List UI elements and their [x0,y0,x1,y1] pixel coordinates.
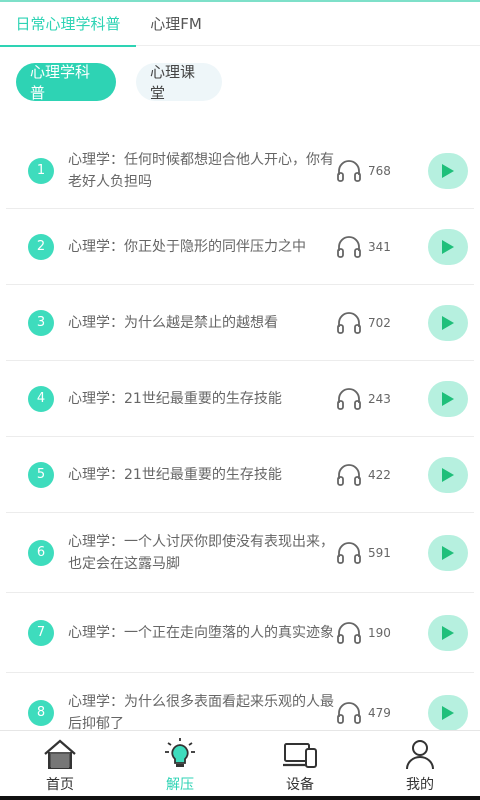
top-tab-bar: 日常心理学科普 心理FM [0,2,480,47]
play-button[interactable] [428,456,468,493]
item-title: 心理学：你正处于隐形的同伴压力之中 [68,238,306,255]
item-title: 心理学：任何时候都想迎合他人开心，你有老好人负担吗 [68,151,334,190]
devices-icon [283,743,317,768]
play-button[interactable] [428,614,468,651]
nav-devices[interactable]: 设备 [240,731,360,797]
pill-psychology-science[interactable]: 心理学科普 [16,63,116,102]
list-item[interactable]: 8 心理学：为什么很多表面看起来乐观的人最后抑郁了 479 [6,673,474,730]
headphones-icon [337,621,361,644]
item-title: 心理学：一个人讨厌你即使没有表现出来，也定会在这露马脚 [68,533,334,572]
play-count: 479 [368,705,391,720]
play-icon [442,315,454,330]
item-number: 8 [28,699,54,726]
headphones-icon [337,701,361,724]
play-count: 422 [368,467,391,482]
nav-home[interactable]: 首页 [0,731,120,797]
item-title: 心理学：为什么很多表面看起来乐观的人最后抑郁了 [68,693,334,731]
item-number: 4 [28,385,54,412]
lightbulb-icon [165,738,195,767]
pill-psychology-class[interactable]: 心理课堂 [136,63,222,102]
nav-label: 解压 [166,777,194,793]
item-number: 5 [28,461,54,488]
play-button[interactable] [428,152,468,189]
list-item[interactable]: 6 心理学：一个人讨厌你即使没有表现出来，也定会在这露马脚 591 [6,513,474,593]
item-number: 7 [28,619,54,646]
play-button[interactable] [428,228,468,265]
play-button[interactable] [428,380,468,417]
audio-list[interactable]: 1 心理学：任何时候都想迎合他人开心，你有老好人负担吗 768 2 心理学：你正… [6,133,474,730]
headphones-icon [337,311,361,334]
item-number: 2 [28,233,54,260]
nav-label: 首页 [46,777,74,793]
play-count: 190 [368,625,391,640]
list-item[interactable]: 2 心理学：你正处于隐形的同伴压力之中 341 [6,209,474,285]
bottom-nav: 首页 解压 设备 我的 [0,730,480,796]
category-pills: 心理学科普 心理课堂 [16,63,222,102]
list-item[interactable]: 4 心理学：21世纪最重要的生存技能 243 [6,361,474,437]
item-number: 3 [28,309,54,336]
nav-label: 我的 [406,777,434,793]
play-icon [442,545,454,560]
item-title: 心理学：一个正在走向堕落的人的真实迹象 [68,624,334,641]
play-button[interactable] [428,304,468,341]
list-item[interactable]: 5 心理学：21世纪最重要的生存技能 422 [6,437,474,513]
play-icon [442,625,454,640]
list-item[interactable]: 7 心理学：一个正在走向堕落的人的真实迹象 190 [6,593,474,673]
list-item[interactable]: 3 心理学：为什么越是禁止的越想看 702 [6,285,474,361]
play-icon [442,163,454,178]
headphones-icon [337,235,361,258]
play-count: 768 [368,163,391,178]
item-title: 心理学：21世纪最重要的生存技能 [68,390,282,407]
nav-relax[interactable]: 解压 [120,731,240,797]
item-title: 心理学：为什么越是禁止的越想看 [68,314,278,331]
system-nav-bar [0,796,480,800]
item-number: 1 [28,157,54,184]
play-icon [442,705,454,720]
play-icon [442,467,454,482]
play-button[interactable] [428,694,468,730]
item-title: 心理学：21世纪最重要的生存技能 [68,466,282,483]
tab-daily-psychology[interactable]: 日常心理学科普 [0,2,136,47]
play-button[interactable] [428,534,468,571]
headphones-icon [337,541,361,564]
nav-label: 设备 [286,777,314,793]
nav-mine[interactable]: 我的 [360,731,480,797]
item-number: 6 [28,539,54,566]
play-icon [442,239,454,254]
list-item[interactable]: 1 心理学：任何时候都想迎合他人开心，你有老好人负担吗 768 [6,133,474,209]
play-icon [442,391,454,406]
headphones-icon [337,387,361,410]
play-count: 341 [368,239,391,254]
tab-psychology-fm[interactable]: 心理FM [136,2,216,46]
user-icon [406,740,434,770]
play-count: 591 [368,545,391,560]
headphones-icon [337,463,361,486]
headphones-icon [337,159,361,182]
play-count: 702 [368,315,391,330]
play-count: 243 [368,391,391,406]
home-icon [44,739,76,769]
